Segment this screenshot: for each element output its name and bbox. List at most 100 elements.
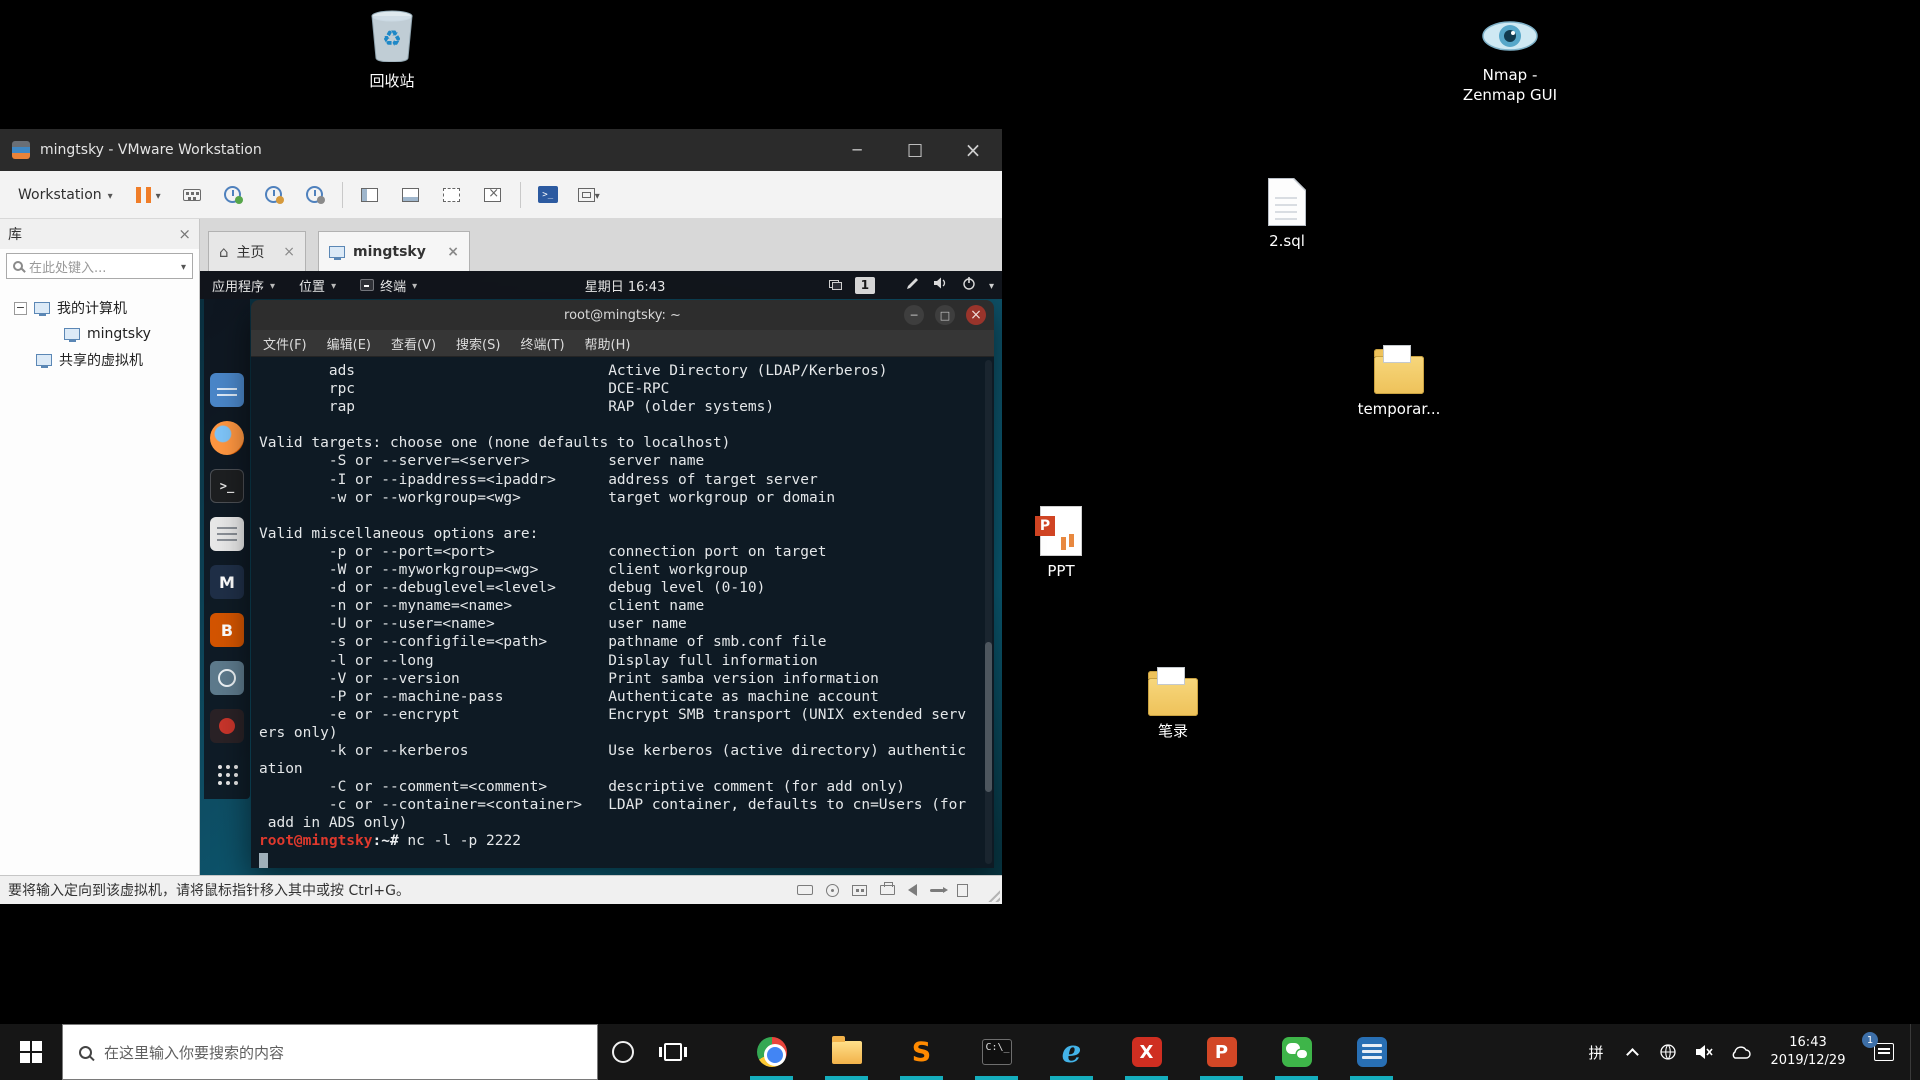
terminal-menu-item[interactable]: 终端(T): [520, 334, 564, 353]
taskbar-app-s[interactable]: [884, 1024, 959, 1080]
cortana-button[interactable]: [598, 1024, 648, 1080]
dock-text-editor-icon[interactable]: [210, 517, 244, 551]
tab-close-icon[interactable]: [447, 244, 459, 260]
task-view-button[interactable]: [648, 1024, 698, 1080]
applications-menu[interactable]: 应用程序: [200, 271, 287, 299]
chevron-down-icon[interactable]: [989, 278, 994, 293]
show-thumbnail-bar-button[interactable]: [397, 181, 425, 209]
tab-close-icon[interactable]: [283, 244, 295, 260]
taskbar-app-chrome[interactable]: [734, 1024, 809, 1080]
sound-icon[interactable]: [908, 884, 917, 896]
dock-maltego-icon[interactable]: [210, 709, 244, 743]
screen-share-icon[interactable]: [829, 280, 842, 290]
library-tree: 我的计算机 mingtsky 共享的虚拟机: [0, 283, 199, 373]
taskbar-search-input[interactable]: 在这里输入你要搜索的内容: [62, 1024, 598, 1080]
terminal-minimize-button[interactable]: [904, 305, 924, 325]
onedrive-tray-button[interactable]: [1722, 1024, 1758, 1080]
tree-item-mingtsky[interactable]: mingtsky: [0, 321, 199, 347]
power-icon[interactable]: [962, 276, 976, 294]
dock-burpsuite-icon[interactable]: [210, 613, 244, 647]
kali-clock[interactable]: 星期日 16:43: [585, 271, 666, 299]
taskbar-app-powerpoint[interactable]: [1184, 1024, 1259, 1080]
desktop-icon-recycle-bin[interactable]: ♻ 回收站: [332, 8, 452, 91]
resize-grip[interactable]: [985, 887, 1000, 902]
close-button[interactable]: [944, 129, 1002, 171]
tree-item-shared-vms[interactable]: 共享的虚拟机: [0, 347, 199, 373]
ime-indicator[interactable]: 拼: [1578, 1024, 1614, 1080]
workstation-menu-button[interactable]: Workstation: [12, 183, 119, 207]
show-library-button[interactable]: [356, 181, 384, 209]
tree-item-my-computer[interactable]: 我的计算机: [0, 295, 199, 321]
volume-tray-button[interactable]: [1686, 1024, 1722, 1080]
message-icon[interactable]: [957, 884, 968, 897]
send-ctrl-alt-del-button[interactable]: [178, 181, 206, 209]
tab-mingtsky[interactable]: mingtsky: [318, 231, 470, 271]
dock-metasploit-icon[interactable]: [210, 565, 244, 599]
maximize-button[interactable]: [886, 129, 944, 171]
take-snapshot-button[interactable]: [219, 181, 247, 209]
terminal-body[interactable]: ads Active Directory (LDAP/Kerberos) rpc…: [251, 357, 994, 868]
action-center-button[interactable]: 1: [1858, 1024, 1910, 1080]
desktop-icon-temporar-folder[interactable]: temporar...: [1339, 344, 1459, 419]
taskbar-app-vmware[interactable]: [1334, 1024, 1409, 1080]
manage-snapshots-button[interactable]: [301, 181, 329, 209]
dock-show-applications-icon[interactable]: [210, 757, 244, 791]
workspace-indicator[interactable]: 1: [855, 277, 875, 294]
show-desktop-button[interactable]: [1910, 1024, 1920, 1080]
revert-snapshot-button[interactable]: [260, 181, 288, 209]
sidebar-close-icon[interactable]: [178, 225, 191, 243]
desktop-icon-bilu-folder[interactable]: 笔录: [1113, 666, 1233, 741]
input-method-icon[interactable]: [906, 276, 920, 294]
tab-home[interactable]: 主页: [208, 231, 306, 271]
terminal-app-menu[interactable]: 终端: [348, 271, 429, 299]
chevron-down-icon: [412, 278, 417, 293]
network-tray-button[interactable]: [1650, 1024, 1686, 1080]
taskbar-app-wechat[interactable]: [1259, 1024, 1334, 1080]
dock-file-manager-icon[interactable]: [210, 373, 244, 407]
start-button[interactable]: [0, 1024, 62, 1080]
network-adapter-icon[interactable]: [852, 885, 867, 896]
terminal-menu-item[interactable]: 帮助(H): [585, 334, 631, 353]
taskbar-app-command-prompt[interactable]: [959, 1024, 1034, 1080]
desktop-icon-nmap-zenmap[interactable]: Nmap - Zenmap GUI: [1450, 16, 1570, 106]
fullscreen-button[interactable]: [575, 181, 603, 209]
printer-icon[interactable]: [880, 885, 895, 895]
dock-beef-icon[interactable]: [210, 661, 244, 695]
terminal-output-line: -d or --debuglevel=<level> debug level (…: [259, 579, 994, 597]
library-search-input[interactable]: 在此处键入...: [6, 253, 193, 279]
tree-collapse-icon[interactable]: [14, 302, 27, 315]
terminal-menu-item[interactable]: 文件(F): [263, 334, 307, 353]
terminal-maximize-button[interactable]: [935, 305, 955, 325]
desktop-icon-ppt-file[interactable]: PPT: [1001, 506, 1121, 581]
taskbar-app-x[interactable]: [1109, 1024, 1184, 1080]
terminal-menu-item[interactable]: 搜索(S): [456, 334, 500, 353]
desktop-icon-sql-file[interactable]: 2.sql: [1227, 178, 1347, 251]
terminal-window[interactable]: root@mingtsky: ~ 文件(F) 编辑(E) 查看(V) 搜索(S) 终端(…: [251, 300, 994, 868]
icon-label: Nmap - Zenmap GUI: [1450, 65, 1570, 106]
taskbar-app-file-explorer[interactable]: [809, 1024, 884, 1080]
terminal-scrollbar-thumb[interactable]: [985, 642, 992, 792]
console-view-button[interactable]: [534, 181, 562, 209]
vmware-toolbar: Workstation: [0, 171, 1002, 219]
dock-firefox-icon[interactable]: [210, 421, 244, 455]
fit-guest-button[interactable]: [438, 181, 466, 209]
hidden-icons-button[interactable]: [1614, 1024, 1650, 1080]
minimize-button[interactable]: [828, 129, 886, 171]
terminal-close-button[interactable]: [966, 305, 986, 325]
terminal-titlebar[interactable]: root@mingtsky: ~: [251, 300, 994, 330]
terminal-menu-item[interactable]: 编辑(E): [327, 334, 371, 353]
terminal-menu-item[interactable]: 查看(V): [391, 334, 436, 353]
vmware-titlebar[interactable]: mingtsky - VMware Workstation: [0, 129, 1002, 171]
fit-window-button[interactable]: [479, 181, 507, 209]
volume-icon[interactable]: [933, 276, 949, 294]
places-menu[interactable]: 位置: [287, 271, 348, 299]
hdd-icon[interactable]: [797, 885, 813, 895]
terminal-output-line: -l or --long Display full information: [259, 652, 994, 670]
vm-display[interactable]: 应用程序 位置 终端 星期日 16:43: [200, 271, 1002, 875]
taskbar-app-internet-explorer[interactable]: [1034, 1024, 1109, 1080]
pause-vm-button[interactable]: [132, 185, 165, 205]
taskbar-clock[interactable]: 16:43 2019/12/29: [1758, 1024, 1858, 1080]
dock-terminal-icon[interactable]: [210, 469, 244, 503]
cdrom-icon[interactable]: [826, 884, 839, 897]
usb-icon[interactable]: [930, 889, 944, 892]
